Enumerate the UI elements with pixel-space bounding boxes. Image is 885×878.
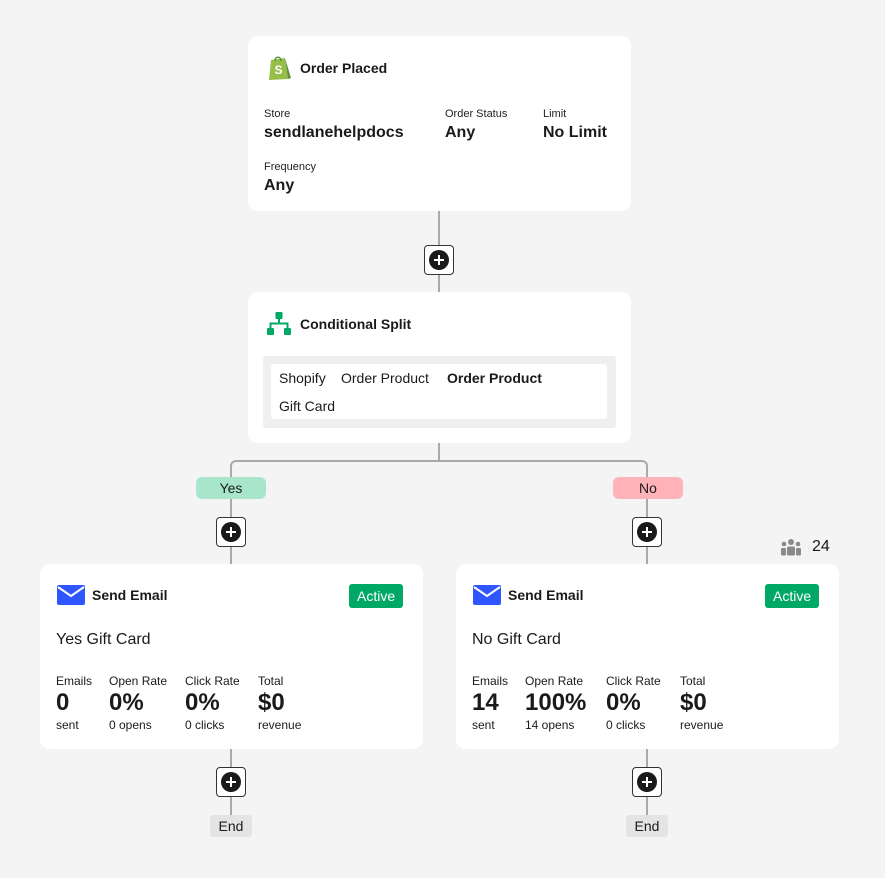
send-email-card-yes[interactable]: Send Email Active Yes Gift Card Emails 0…: [40, 564, 423, 749]
no-label-text: No: [639, 480, 657, 496]
send-email-card-no[interactable]: Send Email Active No Gift Card Emails 14…: [456, 564, 839, 749]
svg-text:S: S: [274, 63, 282, 77]
stat-sub-total: revenue: [258, 718, 302, 732]
stat-label-emails: Emails: [472, 674, 509, 688]
status-text: Active: [773, 588, 812, 604]
condition-container: Shopify Order Product Order Product Gift…: [263, 356, 616, 428]
stat-value-emails: 14: [472, 689, 499, 716]
email-title: Send Email: [92, 587, 168, 603]
condition-rule[interactable]: Shopify Order Product Order Product Gift…: [271, 364, 607, 419]
order-status-label: Order Status: [445, 108, 508, 120]
split-icon: [267, 312, 291, 335]
email-icon: [57, 585, 85, 605]
stat-label-click-rate: Click Rate: [606, 674, 661, 688]
trigger-card-order-placed[interactable]: S Order Placed Store sendlanehelpdocs Or…: [248, 36, 631, 211]
stat-label-total: Total: [680, 674, 706, 688]
stat-value-click-rate: 0%: [185, 689, 220, 716]
plus-icon: [637, 772, 657, 792]
condition-field: Order Product: [341, 370, 429, 386]
trigger-title: Order Placed: [300, 60, 388, 76]
split-title: Conditional Split: [300, 316, 412, 332]
branch-connector: [230, 460, 648, 478]
plus-icon: [221, 522, 241, 542]
condition-value: Gift Card: [279, 398, 336, 414]
stat-label-open-rate: Open Rate: [525, 674, 584, 688]
end-label: End: [634, 818, 660, 834]
stat-value-open-rate: 100%: [525, 689, 587, 716]
email-header: Send Email: [472, 584, 583, 606]
stat-label-emails: Emails: [56, 674, 93, 688]
stat-label-open-rate: Open Rate: [109, 674, 168, 688]
plus-icon: [429, 250, 449, 270]
trigger-header: S Order Placed: [264, 53, 387, 83]
plus-icon: [221, 772, 241, 792]
condition-source: Shopify: [279, 370, 326, 386]
end-node-no: End: [626, 815, 668, 837]
no-branch-label: No: [613, 477, 683, 499]
frequency-value: Any: [264, 177, 295, 194]
people-icon: [781, 539, 801, 556]
add-step-button-after-yes-email[interactable]: [216, 767, 246, 797]
split-header: Conditional Split: [266, 311, 411, 337]
email-title: Send Email: [508, 587, 584, 603]
stat-sub-open-rate: 14 opens: [525, 718, 575, 732]
audience-count-value: 24: [812, 538, 830, 555]
stat-value-total: $0: [258, 689, 285, 716]
email-icon: [473, 585, 501, 605]
yes-label-text: Yes: [219, 480, 243, 496]
condition-operator: Order Product: [447, 370, 542, 386]
order-status-value: Any: [445, 124, 476, 141]
frequency-label: Frequency: [264, 161, 316, 173]
shopify-icon: S: [269, 56, 291, 80]
end-node-yes: End: [210, 815, 252, 837]
conditional-split-card[interactable]: Conditional Split Shopify Order Product …: [248, 292, 631, 443]
email-name: No Gift Card: [472, 631, 561, 648]
stat-value-open-rate: 0%: [109, 689, 144, 716]
limit-value: No Limit: [543, 124, 607, 141]
stat-sub-emails: sent: [472, 718, 495, 732]
store-value: sendlanehelpdocs: [264, 124, 404, 141]
stat-sub-click-rate: 0 clicks: [185, 718, 225, 732]
limit-label: Limit: [543, 108, 567, 120]
add-step-button-after-no-email[interactable]: [632, 767, 662, 797]
stat-sub-emails: sent: [56, 718, 79, 732]
stat-sub-click-rate: 0 clicks: [606, 718, 646, 732]
connector-line: [438, 443, 440, 461]
stat-label-total: Total: [258, 674, 284, 688]
add-step-button[interactable]: [424, 245, 454, 275]
add-step-button-yes[interactable]: [216, 517, 246, 547]
yes-branch-label: Yes: [196, 477, 266, 499]
end-label: End: [218, 818, 244, 834]
add-step-button-no[interactable]: [632, 517, 662, 547]
stat-value-total: $0: [680, 689, 707, 716]
status-text: Active: [357, 588, 396, 604]
store-label: Store: [264, 108, 291, 120]
plus-icon: [637, 522, 657, 542]
status-badge: Active: [765, 584, 820, 608]
stat-sub-open-rate: 0 opens: [109, 718, 152, 732]
email-header: Send Email: [56, 584, 167, 606]
stat-sub-total: revenue: [680, 718, 724, 732]
audience-count[interactable]: 24: [780, 538, 830, 556]
stat-label-click-rate: Click Rate: [185, 674, 240, 688]
stat-value-emails: 0: [56, 689, 70, 716]
stat-value-click-rate: 0%: [606, 689, 641, 716]
status-badge: Active: [349, 584, 404, 608]
email-name: Yes Gift Card: [56, 631, 151, 648]
